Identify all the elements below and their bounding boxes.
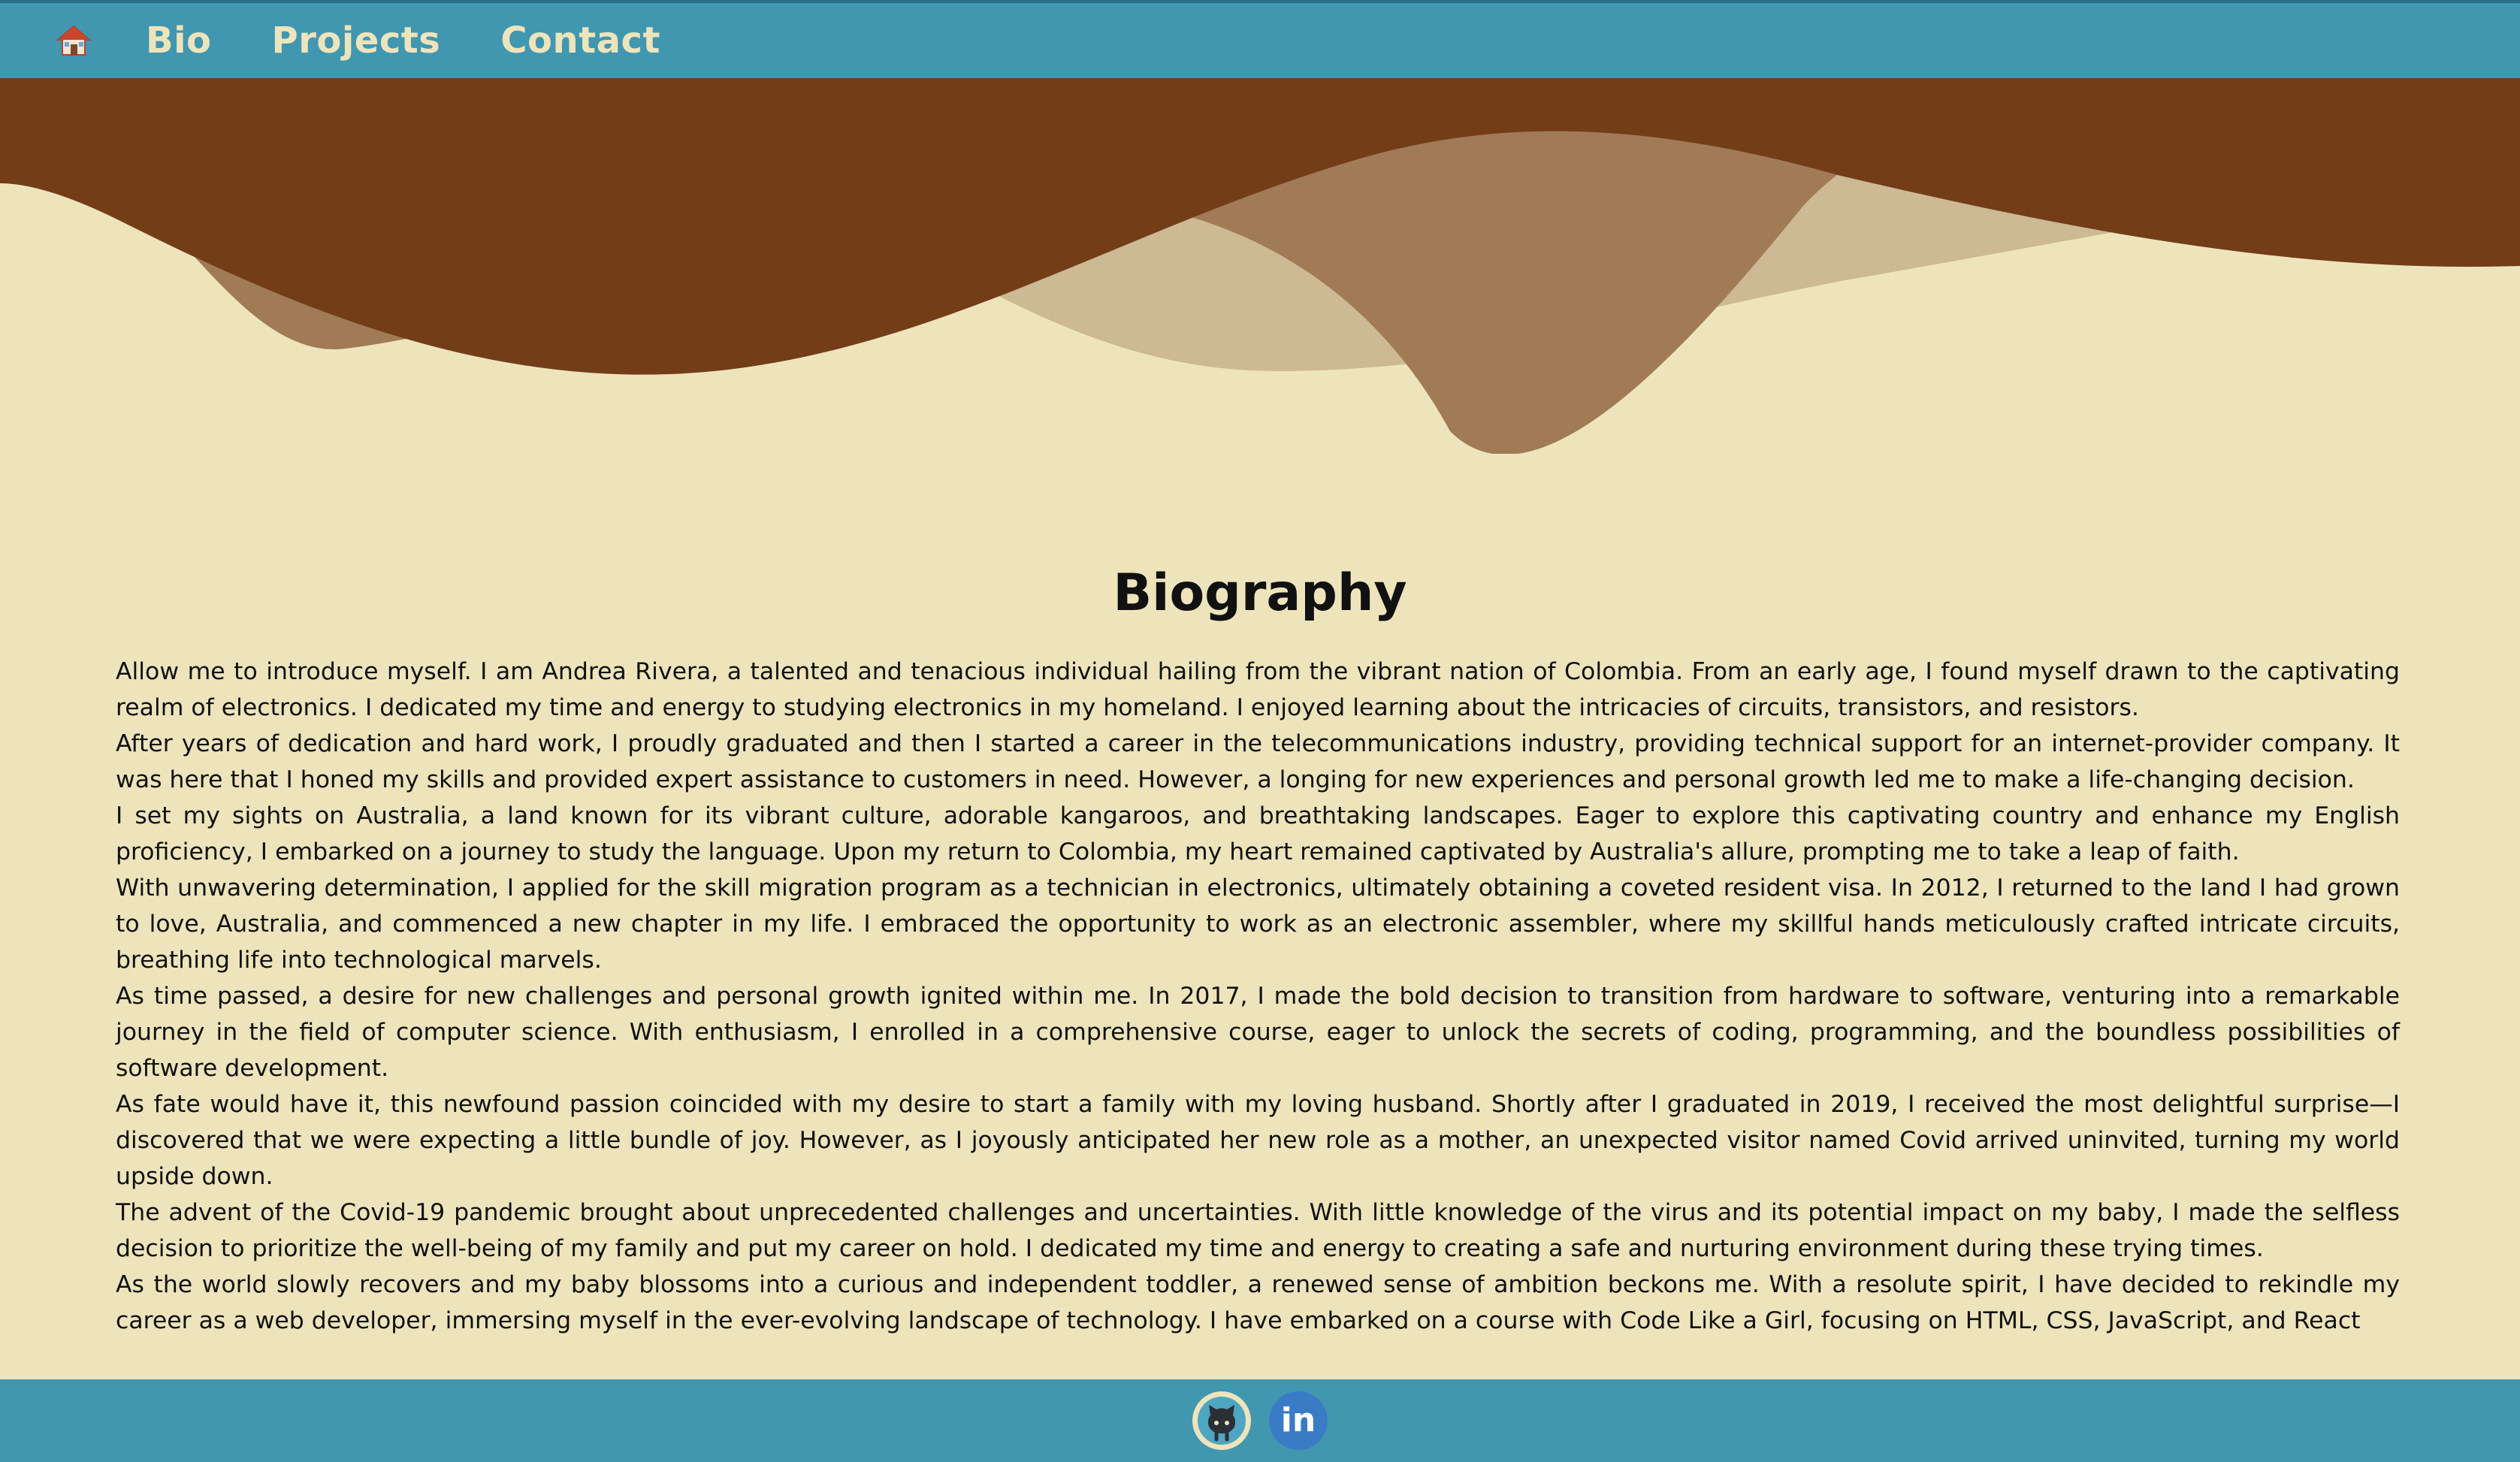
bio-paragraph: I set my sights on Australia, a land kno…	[116, 802, 2400, 865]
nav-projects-link[interactable]: Projects	[272, 20, 441, 62]
house-icon	[56, 25, 91, 56]
biography-text: Allow me to introduce myself. I am Andre…	[116, 654, 2400, 1339]
home-link[interactable]	[53, 20, 95, 62]
linkedin-icon: in	[1280, 1401, 1316, 1439]
github-icon	[1195, 1394, 1249, 1448]
nav-contact-link[interactable]: Contact	[500, 20, 660, 62]
hero-wave-decoration	[0, 78, 2520, 454]
nav-bio-link[interactable]: Bio	[146, 20, 212, 62]
linkedin-link[interactable]: in	[1269, 1391, 1328, 1450]
bio-paragraph: As time passed, a desire for new challen…	[116, 983, 2400, 1082]
bio-paragraph: After years of dedication and hard work,…	[116, 730, 2400, 793]
footer: in	[0, 1379, 2520, 1462]
page-title: Biography	[1113, 563, 1407, 623]
bio-paragraph: Allow me to introduce myself. I am Andre…	[116, 658, 2400, 721]
bio-paragraph: As fate would have it, this newfound pas…	[116, 1091, 2400, 1190]
nav-bar: Bio Projects Contact	[0, 0, 2520, 78]
bio-paragraph: As the world slowly recovers and my baby…	[116, 1271, 2400, 1334]
bio-paragraph: The advent of the Covid-19 pandemic brou…	[116, 1199, 2400, 1262]
github-link[interactable]	[1192, 1391, 1251, 1450]
bio-paragraph: With unwavering determination, I applied…	[116, 874, 2400, 974]
